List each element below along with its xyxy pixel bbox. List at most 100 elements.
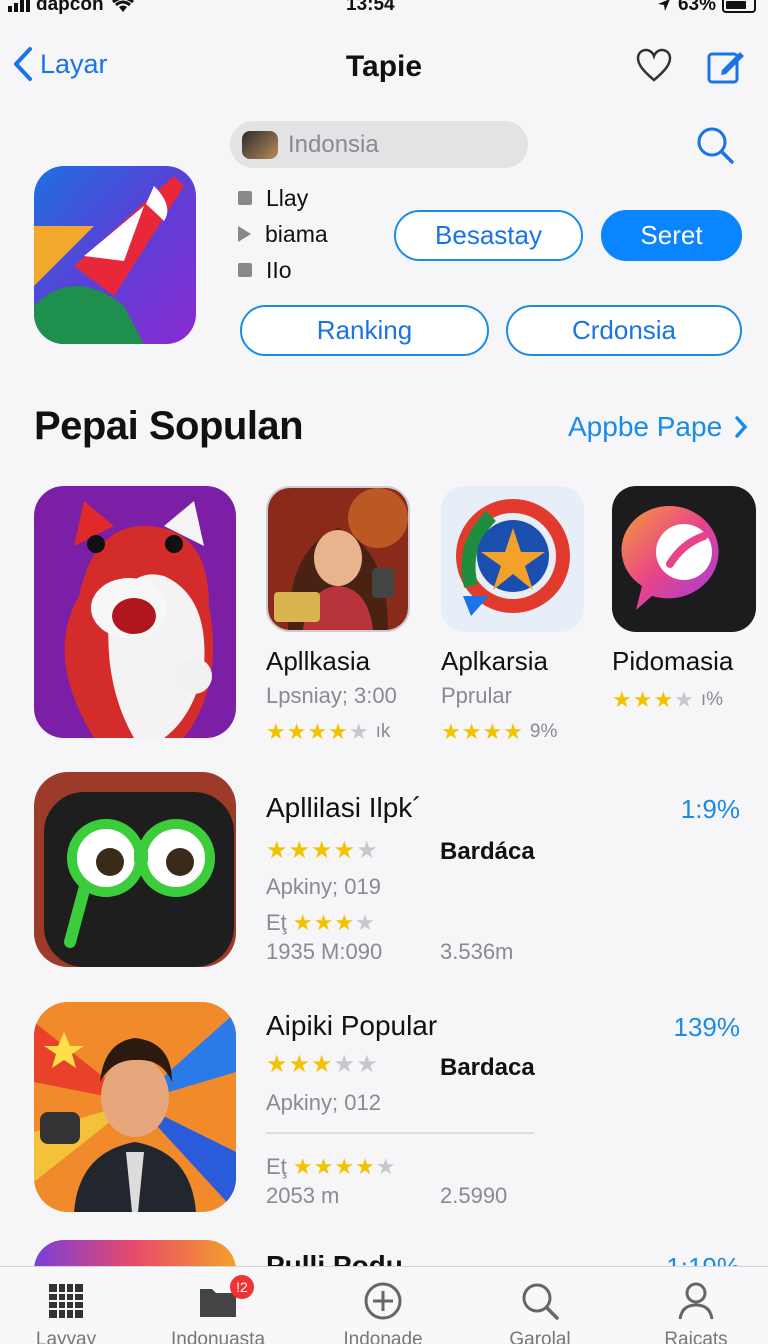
list-item[interactable]: Pulli Podu 1:19% bbox=[0, 1240, 768, 1266]
app-rating: ★★★★ 9% bbox=[441, 719, 584, 745]
add-circle-icon bbox=[364, 1282, 402, 1320]
featured-card[interactable]: Apllkasia Lpsniay; 3:00 ★★★★★ ık bbox=[266, 486, 410, 745]
tab-indonade[interactable]: Indonade bbox=[313, 1281, 453, 1344]
tab-label: Indonuasta bbox=[170, 1329, 266, 1344]
list-item[interactable]: Aipiki Popular 139% ★★★★★ Bardaca Apkiny… bbox=[0, 1002, 768, 1214]
filter-label: IΙo bbox=[266, 256, 292, 283]
meta-prefix: Eţ bbox=[266, 910, 287, 935]
compose-button[interactable] bbox=[706, 46, 746, 86]
app-subtitle: Apkiny; 019 bbox=[266, 874, 381, 899]
nav-bar: Layar Tapie bbox=[0, 40, 768, 96]
app-size: 1935 M:090 bbox=[266, 939, 383, 964]
filter-list: Llay biama IΙo bbox=[238, 180, 328, 288]
app-title: Apllilasi Ilpk´ bbox=[266, 792, 422, 823]
search-input[interactable]: Indonsia bbox=[288, 131, 379, 159]
rating-value: 9% bbox=[529, 721, 558, 742]
filter-label: Llay bbox=[266, 184, 309, 211]
search-button[interactable] bbox=[694, 124, 736, 166]
featured-app-icon bbox=[266, 486, 410, 632]
filter-item[interactable]: Llay bbox=[238, 180, 328, 216]
besastay-button[interactable]: Besastay bbox=[394, 210, 583, 261]
app-percent: 1:9% bbox=[680, 794, 740, 824]
featured-app-icon bbox=[612, 486, 756, 632]
app-developer: Bardaca bbox=[440, 1054, 535, 1081]
mascot-app-icon bbox=[34, 486, 236, 738]
divider bbox=[266, 1132, 534, 1134]
app-subtitle: Apkiny; 012 bbox=[266, 1090, 381, 1115]
tab-layyay[interactable]: Layyay bbox=[0, 1281, 136, 1344]
compose-icon bbox=[707, 52, 744, 84]
partial-app-icon bbox=[34, 1240, 236, 1266]
tab-garolal[interactable]: Garolal bbox=[470, 1281, 610, 1344]
tab-indonuasta[interactable]: !2 Indonuasta bbox=[148, 1275, 288, 1344]
filter-label: biama bbox=[265, 220, 328, 247]
app-developer: Bardáca bbox=[440, 838, 535, 865]
app-subtitle: Lpsniay; 3:00 bbox=[266, 683, 397, 708]
battery-percent: 63% bbox=[677, 0, 716, 15]
grid-icon bbox=[49, 1284, 83, 1318]
tab-label: Raicats bbox=[664, 1329, 728, 1344]
see-all-link[interactable]: Appbe Pape bbox=[568, 411, 748, 443]
app-downloads: 2.5990 bbox=[440, 1183, 508, 1208]
app-percent: 139% bbox=[673, 1012, 741, 1042]
search-icon bbox=[697, 127, 734, 164]
wifi-icon bbox=[111, 0, 134, 12]
app-name: Pidomasia bbox=[612, 646, 734, 676]
search-icon bbox=[522, 1283, 559, 1320]
star-rating-icon: ★★★★★ bbox=[266, 837, 379, 864]
tab-label: Garolal bbox=[509, 1329, 571, 1344]
tab-label: Layyay bbox=[35, 1329, 97, 1344]
star-rating-icon: ★★★★ bbox=[292, 910, 376, 935]
app-size: 2053 m bbox=[266, 1183, 340, 1208]
filter-item[interactable]: biama bbox=[238, 216, 328, 252]
app-meta: Eţ ★★★★ bbox=[266, 910, 376, 936]
app-rating: ★★★★ ı% bbox=[612, 687, 756, 713]
hero-app-icon[interactable] bbox=[34, 166, 196, 344]
see-all-label: Appbe Pape bbox=[568, 411, 723, 442]
crdonsia-button[interactable]: Crdonsia bbox=[506, 305, 742, 356]
ranking-button[interactable]: Ranking bbox=[240, 305, 489, 356]
app-name: Apllkasia bbox=[266, 646, 371, 676]
app-rating: ★★★★★ bbox=[266, 836, 379, 865]
featured-card[interactable]: Aplkarsia Pprular ★★★★ 9% bbox=[441, 486, 584, 745]
filter-item[interactable]: IΙo bbox=[238, 252, 328, 288]
square-icon bbox=[238, 263, 252, 277]
portrait-app-icon bbox=[34, 1002, 236, 1212]
carrier-label: dapcon bbox=[36, 0, 104, 15]
tab-label: Indonade bbox=[343, 1329, 423, 1344]
app-rating: ★★★★★ ık bbox=[266, 719, 410, 745]
glasses-app-icon bbox=[34, 772, 236, 967]
status-bar: dapcon 13:54 63% bbox=[0, 0, 768, 18]
person-icon bbox=[678, 1282, 714, 1320]
signal-icon bbox=[8, 0, 30, 12]
rating-value: ık bbox=[375, 721, 391, 742]
app-subtitle: Pprular bbox=[441, 683, 512, 708]
play-icon bbox=[238, 226, 251, 242]
chevron-right-icon bbox=[735, 416, 748, 438]
seret-button[interactable]: Seret bbox=[601, 210, 742, 261]
star-rating-icon: ★★★★★ bbox=[266, 1051, 379, 1078]
featured-hero-card[interactable] bbox=[34, 486, 236, 738]
section-title: Pepai Sopulan bbox=[34, 404, 304, 448]
square-icon bbox=[238, 191, 252, 205]
search-field[interactable]: Indonsia bbox=[230, 121, 528, 168]
status-left: dapcon bbox=[8, 0, 136, 16]
star-rating-icon: ★★★★ bbox=[441, 719, 524, 744]
favorite-button[interactable] bbox=[634, 46, 674, 86]
tab-raicats[interactable]: Raicats bbox=[626, 1281, 766, 1344]
rating-value: ı% bbox=[700, 689, 724, 710]
notification-badge: !2 bbox=[230, 1275, 254, 1299]
app-name: Aplkarsia bbox=[441, 646, 548, 676]
battery-icon bbox=[722, 0, 756, 13]
app-downloads: 3.536m bbox=[440, 939, 514, 964]
app-title: Pulli Podu bbox=[266, 1250, 403, 1266]
featured-app-icon bbox=[441, 486, 584, 632]
location-icon bbox=[657, 0, 670, 11]
app-meta: Eţ ★★★★★ bbox=[266, 1154, 397, 1180]
app-rating: ★★★★★ bbox=[266, 1050, 379, 1079]
star-rating-icon: ★★★★ bbox=[612, 687, 695, 712]
featured-card[interactable]: Pidomasia ★★★★ ı% bbox=[612, 486, 756, 713]
star-rating-icon: ★★★★★ bbox=[266, 719, 370, 744]
list-item[interactable]: Apllilasi Ilpk´ 1:9% ★★★★★ Bardáca Apkin… bbox=[0, 772, 768, 968]
tab-bar: Layyay !2 Indonuasta Indonade Garolal Ra… bbox=[0, 1266, 768, 1344]
